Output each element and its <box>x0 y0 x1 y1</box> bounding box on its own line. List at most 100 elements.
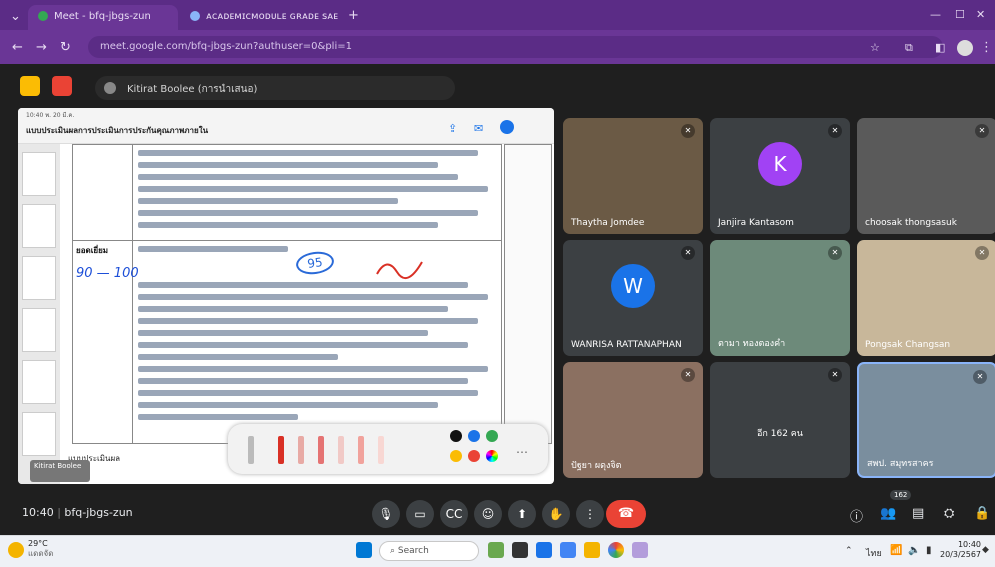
pen-pink[interactable] <box>298 436 304 464</box>
bookmark-star-icon[interactable]: ☆ <box>870 41 880 54</box>
participant-name: ปัฐยา ผดุงจิต <box>571 461 622 471</box>
more-options-button[interactable]: ⋮ <box>576 500 604 528</box>
activities-icon[interactable]: ⛭ <box>944 506 954 521</box>
present-button[interactable]: ⬆ <box>508 500 536 528</box>
page-thumbnail[interactable] <box>22 412 56 456</box>
edge-icon[interactable] <box>560 542 576 558</box>
participant-tile[interactable]: ✕ choosak thongsasuk <box>857 118 995 234</box>
people-icon[interactable]: 👥 <box>880 506 896 521</box>
profile-avatar[interactable] <box>957 40 973 56</box>
weather-widget[interactable]: 29°C แดดจัด <box>28 539 53 559</box>
sidepanel-icon[interactable]: ◧ <box>935 41 945 54</box>
page-thumbnail[interactable] <box>22 308 56 352</box>
host-controls-icon[interactable]: 🔒 <box>974 506 990 521</box>
teams-icon[interactable] <box>536 542 552 558</box>
participant-tile[interactable]: ✕ อีก 162 คน <box>710 362 850 478</box>
color-blue[interactable] <box>468 430 480 442</box>
extensions-icon[interactable]: ⧉ <box>905 41 913 55</box>
shared-screen: 10:40 พ. 20 มี.ค. แบบประเมินผลการประเมิน… <box>18 108 554 484</box>
weather-desc: แดดจัด <box>28 549 54 558</box>
share-icon[interactable]: ⇪ <box>448 122 457 135</box>
widget-app-icon[interactable] <box>488 542 504 558</box>
page-thumbnail[interactable] <box>22 152 56 196</box>
tab-meet[interactable]: Meet - bfq-jbgs-zun <box>28 5 178 30</box>
meeting-details-icon[interactable]: ⓘ <box>850 506 863 525</box>
close-window-icon[interactable]: ✕ <box>976 8 985 21</box>
color-black[interactable] <box>450 430 462 442</box>
color-green[interactable] <box>486 430 498 442</box>
page-thumbnail[interactable] <box>22 360 56 404</box>
minimize-icon[interactable]: — <box>930 8 941 21</box>
participant-tile[interactable]: ✕ ตามา ทองตองคำ <box>710 240 850 356</box>
table-divider <box>132 144 133 444</box>
presenter-label: Kitirat Boolee (การนำเสนอ) <box>127 84 258 95</box>
new-tab-button[interactable]: + <box>348 8 359 23</box>
color-red[interactable] <box>468 450 480 462</box>
participant-tile[interactable]: W ✕ WANRISA RATTANAPHAN <box>563 240 703 356</box>
emoji-button[interactable]: ☺ <box>474 500 502 528</box>
file-explorer-icon[interactable] <box>584 542 600 558</box>
page-thumbnail[interactable] <box>22 204 56 248</box>
pen-grey[interactable] <box>248 436 254 464</box>
volume-icon[interactable]: 🔈 <box>908 545 920 556</box>
muted-mic-icon: ✕ <box>973 370 987 384</box>
doc-menu-icon[interactable] <box>500 120 514 134</box>
start-icon[interactable] <box>356 542 372 558</box>
comment-icon[interactable]: ✉ <box>474 122 483 135</box>
chat-icon[interactable]: ▤ <box>912 506 924 521</box>
back-icon[interactable]: ← <box>12 40 23 55</box>
raise-hand-button[interactable]: ✋ <box>542 500 570 528</box>
self-preview-tile: Kitirat Boolee <box>30 460 90 482</box>
forward-icon[interactable]: → <box>36 40 47 55</box>
pen-red[interactable] <box>278 436 284 464</box>
present-icon[interactable] <box>20 76 40 96</box>
color-picker-icon[interactable] <box>486 450 498 462</box>
eraser-icon[interactable] <box>378 436 384 464</box>
table-divider <box>72 240 502 241</box>
participant-tile[interactable]: ✕ Pongsak Changsan <box>857 240 995 356</box>
system-clock[interactable]: 10:40 20/3/2567 <box>940 540 981 560</box>
doc-header: 10:40 พ. 20 มี.ค. แบบประเมินผลการประเมิน… <box>18 108 554 144</box>
tab-search-icon[interactable]: ⌄ <box>10 9 21 24</box>
tray-chevron-icon[interactable]: ⌃ <box>845 546 853 556</box>
circled-score-text: 95 <box>306 255 324 271</box>
mic-button[interactable]: 🎙 <box>372 500 400 528</box>
tab-second[interactable]: ᴀᴄᴀᴅᴇᴍɪᴄᴍᴏᴅᴜʟᴇ ɢʀᴀᴅᴇ ꜱᴀᴇ — ɢᴏ… <box>180 5 340 30</box>
doc-favicon-icon <box>190 11 200 21</box>
camera-button[interactable]: ▭ <box>406 500 434 528</box>
doc-title: แบบประเมินผลการประเมินการประกันคุณภาพภาย… <box>26 126 209 135</box>
notification-icon[interactable]: ◆ <box>982 545 989 555</box>
input-language[interactable]: ไทย <box>866 546 882 560</box>
page-thumbnail[interactable] <box>22 256 56 300</box>
participant-tile[interactable]: ✕ Thaytha Jomdee <box>563 118 703 234</box>
taskbar-search[interactable]: ⌕ Search <box>379 541 479 561</box>
wifi-icon[interactable]: 📶 <box>890 545 902 556</box>
muted-mic-icon: ✕ <box>975 246 989 260</box>
presenter-banner: Kitirat Boolee (การนำเสนอ) <box>95 76 455 100</box>
tray-more-icon[interactable]: … <box>516 442 528 456</box>
side-column <box>504 144 552 444</box>
color-yellow[interactable] <box>450 450 462 462</box>
participant-tile[interactable]: K ✕ Janjira Kantasom <box>710 118 850 234</box>
participant-count-badge: 162 <box>890 490 912 500</box>
task-view-icon[interactable] <box>512 542 528 558</box>
record-icon[interactable] <box>52 76 72 96</box>
address-bar[interactable]: meet.google.com/bfq-jbgs-zun?authuser=0&… <box>88 36 943 58</box>
participant-name: ตามา ทองตองคำ <box>718 339 786 349</box>
highlighter-pink[interactable] <box>358 436 364 464</box>
pen-light-red[interactable] <box>318 436 324 464</box>
marker-pale[interactable] <box>338 436 344 464</box>
presenter-avatar <box>104 82 116 94</box>
muted-mic-icon: ✕ <box>975 124 989 138</box>
browser-menu-icon[interactable]: ⋮ <box>980 40 993 55</box>
captions-button[interactable]: CC <box>440 500 468 528</box>
pinned-app-icon[interactable] <box>632 542 648 558</box>
end-call-button[interactable]: ☎ <box>606 500 646 528</box>
reload-icon[interactable]: ↻ <box>60 40 71 55</box>
participant-tile[interactable]: ✕ สพป. สมุทรสาคร <box>857 362 995 478</box>
battery-icon[interactable]: ▮ <box>926 545 932 556</box>
chrome-icon[interactable] <box>608 542 624 558</box>
doc-page: ยอดเยี่ยม 90 — 100 95 <box>72 144 552 444</box>
participant-tile[interactable]: ✕ ปัฐยา ผดุงจิต <box>563 362 703 478</box>
maximize-icon[interactable]: ☐ <box>955 8 965 21</box>
